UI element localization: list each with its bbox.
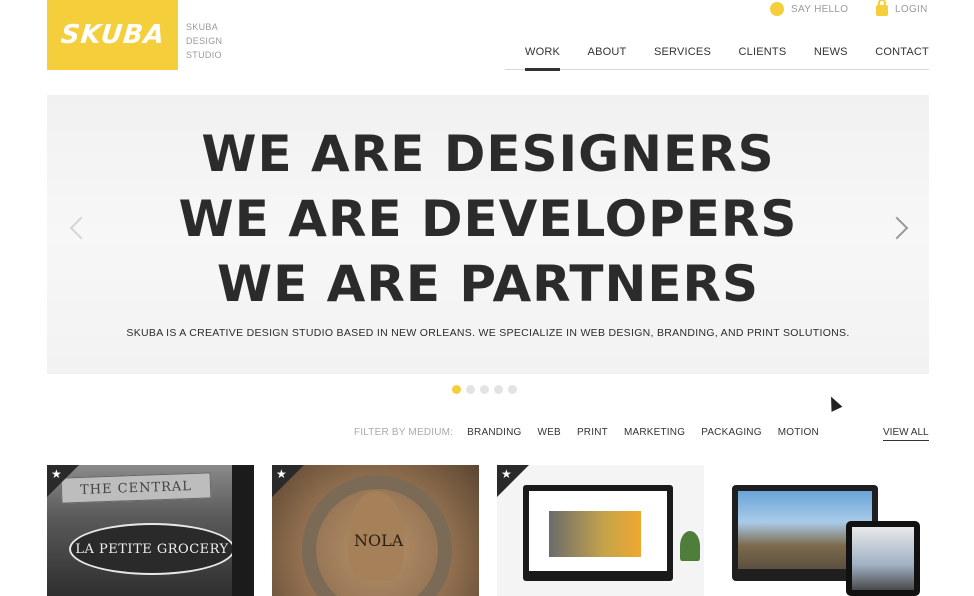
filter-web[interactable]: WEB <box>538 427 561 438</box>
screen-image <box>549 511 641 557</box>
carousel-dot[interactable] <box>508 385 517 394</box>
hero-line: WE ARE DESIGNERS <box>201 125 775 183</box>
nav-item-work[interactable]: WORK <box>525 44 561 71</box>
filter-label: FILTER BY MEDIUM: <box>354 427 454 438</box>
star-icon: ★ <box>51 467 62 481</box>
nola-text: NOLA <box>354 531 404 550</box>
portfolio-item[interactable]: ★ NOLA <box>272 465 479 596</box>
login-label: LOGIN <box>895 3 928 15</box>
storefront-sign: THE CENTRAL <box>60 472 212 504</box>
carousel-dot[interactable] <box>466 385 475 394</box>
tagline-line: STUDIO <box>186 50 222 60</box>
grocery-logo-text: LA PETITE GROCERY <box>75 541 229 557</box>
plant-decoration <box>680 531 700 561</box>
hero-subtitle: SKUBA IS A CREATIVE DESIGN STUDIO BASED … <box>126 327 850 339</box>
logo[interactable]: SKUBA <box>47 0 178 70</box>
say-hello-label: SAY HELLO <box>791 3 849 15</box>
monitor-mockup <box>523 485 673 581</box>
hero-headline: WE ARE DESIGNERS WE ARE DEVELOPERS WE AR… <box>47 122 929 317</box>
nav-item-services[interactable]: SERVICES <box>654 44 711 70</box>
nav-item-about[interactable]: ABOUT <box>588 44 627 70</box>
nav-item-clients[interactable]: CLIENTS <box>739 44 787 70</box>
smile-icon <box>770 2 784 16</box>
star-icon: ★ <box>276 467 287 481</box>
portfolio-item[interactable] <box>722 465 929 596</box>
filter-packaging[interactable]: PACKAGING <box>701 427 762 438</box>
main-nav: WORK ABOUT SERVICES CLIENTS NEWS CONTACT <box>505 44 929 71</box>
filter-motion[interactable]: MOTION <box>778 427 819 438</box>
photo-shade <box>232 465 254 596</box>
carousel-dot[interactable] <box>452 385 461 394</box>
filter-bar: FILTER BY MEDIUM: BRANDING WEB PRINT MAR… <box>354 427 819 438</box>
grocery-logo: LA PETITE GROCERY <box>69 523 235 575</box>
portfolio-item[interactable]: ★ THE CENTRAL LA PETITE GROCERY <box>47 465 254 596</box>
website-screen <box>529 491 667 571</box>
tagline-line: SKUBA <box>186 22 219 32</box>
tagline: SKUBA DESIGN STUDIO <box>186 20 222 62</box>
carousel-dot[interactable] <box>494 385 503 394</box>
hero-line: WE ARE PARTNERS <box>216 255 760 313</box>
sign-text: THE CENTRAL <box>79 479 193 498</box>
star-icon: ★ <box>501 467 512 481</box>
say-hello-link[interactable]: SAY HELLO <box>770 2 848 16</box>
tablet-screen <box>852 527 914 590</box>
carousel-dots <box>452 385 517 394</box>
tagline-line: DESIGN <box>186 36 223 46</box>
filter-branding[interactable]: BRANDING <box>467 427 521 438</box>
nav-item-contact[interactable]: CONTACT <box>875 44 929 70</box>
nav-item-news[interactable]: NEWS <box>814 44 848 70</box>
hero-slider: WE ARE DESIGNERS WE ARE DEVELOPERS WE AR… <box>47 95 929 374</box>
carousel-dot[interactable] <box>480 385 489 394</box>
lock-icon <box>876 0 888 16</box>
tablet-mockup <box>846 521 920 596</box>
mouse-cursor-icon <box>825 394 843 412</box>
filter-marketing[interactable]: MARKETING <box>624 427 685 438</box>
logo-text: SKUBA <box>58 20 167 50</box>
portfolio-item[interactable]: ★ <box>497 465 704 596</box>
login-link[interactable]: LOGIN <box>876 0 928 16</box>
filter-print[interactable]: PRINT <box>577 427 608 438</box>
hero-line: WE ARE DEVELOPERS <box>178 190 798 248</box>
view-all-link[interactable]: VIEW ALL <box>883 427 929 441</box>
